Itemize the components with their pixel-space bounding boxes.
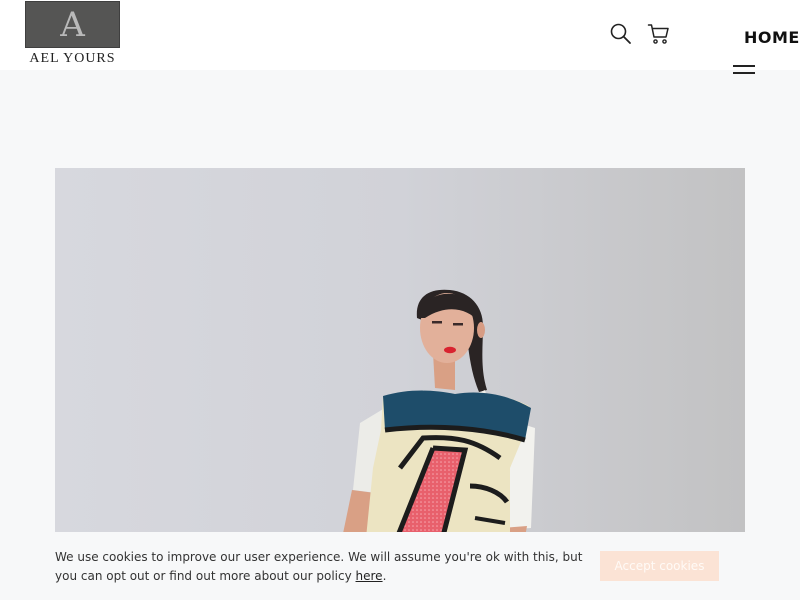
- nav-home-link[interactable]: HOME: [744, 28, 800, 47]
- brand-logo[interactable]: A AEL YOURS: [25, 1, 121, 69]
- menu-icon-bar-top: [733, 65, 755, 67]
- accept-cookies-button[interactable]: Accept cookies: [600, 551, 719, 581]
- cookie-policy-link[interactable]: here: [356, 569, 383, 583]
- cart-button[interactable]: [647, 22, 671, 46]
- fashion-model-photo: [55, 168, 745, 548]
- hero-image: [55, 168, 745, 548]
- brand-name: AEL YOURS: [29, 51, 116, 66]
- cookie-message: We use cookies to improve our user exper…: [55, 548, 585, 586]
- cookie-message-text: We use cookies to improve our user exper…: [55, 550, 583, 583]
- cart-icon: [647, 24, 669, 44]
- logo-letter: A: [60, 4, 85, 45]
- search-icon: [610, 23, 631, 44]
- cookie-message-end: .: [382, 569, 387, 583]
- cookie-consent-bar: We use cookies to improve our user exper…: [0, 532, 800, 600]
- menu-icon-bar-bottom: [733, 72, 755, 74]
- search-button[interactable]: [609, 22, 633, 46]
- site-header: A AEL YOURS HOME: [0, 0, 800, 74]
- logo-mark: A: [25, 1, 120, 48]
- menu-toggle-button[interactable]: [733, 62, 757, 76]
